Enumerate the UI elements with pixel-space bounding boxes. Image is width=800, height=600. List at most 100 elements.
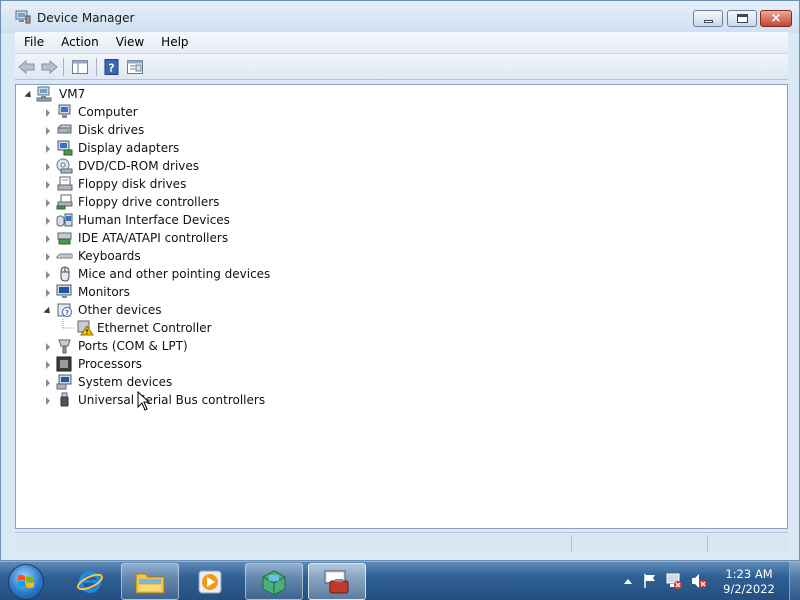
windows-logo-icon <box>18 575 34 588</box>
expand-icon[interactable] <box>44 163 52 171</box>
tree-item-mice[interactable]: Mice and other pointing devices <box>16 265 316 283</box>
port-icon <box>58 339 71 354</box>
tree-item-label: Human Interface Devices <box>78 213 230 227</box>
tree-item-ethernet-controller[interactable]: Ethernet Controller <box>16 319 316 337</box>
help-button[interactable]: ? <box>102 58 122 76</box>
tree-item-keyboards[interactable]: Keyboards <box>16 247 316 265</box>
tree-item-usb-controllers[interactable]: Universal Serial Bus controllers <box>16 391 316 409</box>
expand-icon[interactable] <box>44 199 52 207</box>
expand-icon[interactable] <box>44 379 52 387</box>
collapse-icon[interactable] <box>24 90 34 100</box>
show-hidden-icons-icon <box>624 579 632 584</box>
svg-text:?: ? <box>65 309 69 317</box>
menu-action[interactable]: Action <box>52 32 107 54</box>
floppy-controller-icon <box>56 194 73 210</box>
back-arrow-icon <box>18 60 35 74</box>
tree-item-monitors[interactable]: Monitors <box>16 283 316 301</box>
status-bar <box>15 532 788 554</box>
forward-button[interactable] <box>39 58 59 76</box>
tree-item-label: Computer <box>78 105 138 119</box>
taskbar-windows-explorer[interactable] <box>121 563 179 600</box>
tree-root[interactable]: VM7 <box>16 85 316 103</box>
warning-device-icon <box>77 320 94 336</box>
device-manager-icon <box>15 10 31 24</box>
tree-item-label: Other devices <box>78 303 162 317</box>
tree-item-label: Ethernet Controller <box>97 321 212 335</box>
expand-icon[interactable] <box>44 217 52 225</box>
tree-item-label: System devices <box>78 375 173 389</box>
tree-item-label: Keyboards <box>78 249 141 263</box>
menu-view[interactable]: View <box>107 32 152 54</box>
app-icon <box>262 569 286 596</box>
floppy-drive-icon <box>57 176 73 191</box>
expand-icon[interactable] <box>44 181 52 189</box>
clock-time: 1:23 AM <box>725 567 773 581</box>
clock-date: 9/2/2022 <box>723 582 775 596</box>
dvd-drive-icon <box>56 158 73 174</box>
tree-item-other-devices[interactable]: ? Other devices <box>16 301 316 319</box>
expand-icon[interactable] <box>44 145 52 153</box>
taskbar-internet-explorer[interactable] <box>61 563 119 600</box>
tree-item-display-adapters[interactable]: Display adapters <box>16 139 316 157</box>
tree-item-system-devices[interactable]: System devices <box>16 373 316 391</box>
internet-explorer-icon <box>77 570 103 593</box>
disk-drive-icon <box>57 124 72 134</box>
expand-icon[interactable] <box>44 235 52 243</box>
maximize-icon <box>736 14 748 23</box>
expand-icon[interactable] <box>44 361 52 369</box>
properties-icon <box>127 60 143 74</box>
tree-connector-line <box>62 319 75 329</box>
tree-item-label: Display adapters <box>78 141 180 155</box>
show-hide-console-tree-icon <box>72 60 88 74</box>
menu-help[interactable]: Help <box>152 32 196 54</box>
tree-item-label: Floppy drive controllers <box>78 195 220 209</box>
keyboard-icon <box>56 253 73 259</box>
show-hide-tree-button[interactable] <box>70 58 90 76</box>
network-button[interactable] <box>665 572 683 590</box>
show-hidden-icons-button[interactable] <box>619 572 637 590</box>
menu-bar: File Action View Help <box>15 32 788 54</box>
tree-item-computer[interactable]: Computer <box>16 103 316 121</box>
minimize-button[interactable] <box>693 10 723 27</box>
expand-icon[interactable] <box>44 109 52 117</box>
media-player-icon <box>198 570 222 593</box>
device-tree-pane[interactable]: VM7 Computer Disk drives Display adapter… <box>15 84 788 529</box>
close-button[interactable]: × <box>760 10 792 27</box>
computer-root-icon <box>36 86 52 102</box>
processor-icon <box>56 356 72 372</box>
taskbar-app[interactable] <box>245 563 303 600</box>
taskbar-device-manager[interactable] <box>308 563 366 600</box>
title-bar[interactable]: Device Manager × <box>1 1 799 33</box>
maximize-button[interactable] <box>727 10 757 27</box>
start-button[interactable] <box>8 564 44 600</box>
menu-file[interactable]: File <box>15 32 52 54</box>
tree-item-human-interface-devices[interactable]: Human Interface Devices <box>16 211 316 229</box>
collapse-icon[interactable] <box>43 306 53 316</box>
expand-icon[interactable] <box>44 271 52 279</box>
mouse-icon <box>60 266 70 282</box>
taskbar-media-player[interactable] <box>181 563 239 600</box>
tree-item-ide-controllers[interactable]: IDE ATA/ATAPI controllers <box>16 229 316 247</box>
minimize-icon <box>703 20 713 23</box>
expand-icon[interactable] <box>44 289 52 297</box>
show-desktop-button[interactable] <box>789 562 800 600</box>
tree-item-dvd-drives[interactable]: DVD/CD-ROM drives <box>16 157 316 175</box>
expand-icon[interactable] <box>44 253 52 261</box>
properties-button[interactable] <box>125 58 145 76</box>
computer-icon <box>58 104 71 118</box>
tree-item-ports[interactable]: Ports (COM & LPT) <box>16 337 316 355</box>
expand-icon[interactable] <box>44 343 52 351</box>
toolbar-separator <box>63 58 64 76</box>
display-adapter-icon <box>57 140 73 156</box>
expand-icon[interactable] <box>44 397 52 405</box>
expand-icon[interactable] <box>44 127 52 135</box>
volume-button[interactable] <box>690 572 708 590</box>
system-clock[interactable]: 1:23 AM 9/2/2022 <box>717 567 781 597</box>
tree-root-label: VM7 <box>59 87 86 101</box>
tree-item-processors[interactable]: Processors <box>16 355 316 373</box>
back-button[interactable] <box>17 58 37 76</box>
tree-item-floppy-disk-drives[interactable]: Floppy disk drives <box>16 175 316 193</box>
tree-item-floppy-drive-controllers[interactable]: Floppy drive controllers <box>16 193 316 211</box>
action-center-button[interactable] <box>641 572 659 590</box>
tree-item-disk-drives[interactable]: Disk drives <box>16 121 316 139</box>
